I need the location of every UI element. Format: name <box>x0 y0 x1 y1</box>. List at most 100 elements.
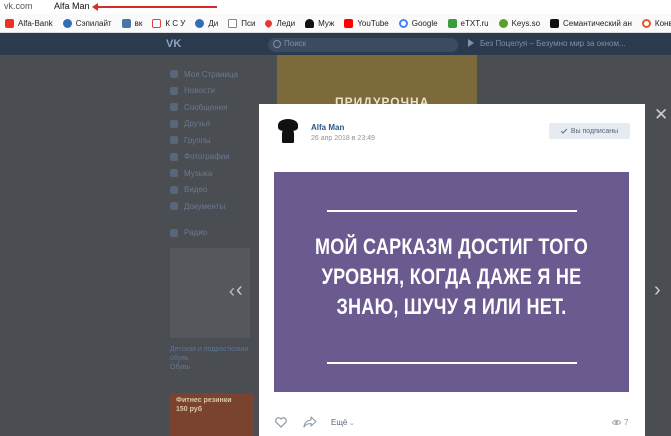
menu-item-friends[interactable]: Друзья <box>170 116 270 133</box>
bookmark-label: Леди <box>276 18 296 28</box>
menu-item-music[interactable]: Музыка <box>170 165 270 182</box>
bookmark-psi[interactable]: Пси <box>228 18 256 28</box>
search-icon <box>273 40 281 48</box>
bookmark-muzh[interactable]: Муж <box>305 18 335 28</box>
bookmark-di[interactable]: Ди <box>195 18 219 28</box>
post-image-text: МОЙ САРКАЗМ ДОСТИГ ТОГО УРОВНЯ, КОГДА ДА… <box>306 232 597 322</box>
post-bottom-divider <box>327 362 577 364</box>
radio-icon <box>170 228 178 237</box>
ad-prev-arrow-icon[interactable]: ‹ <box>229 281 235 302</box>
menu-item-my-page[interactable]: Моя Страница <box>170 66 270 83</box>
google-icon <box>398 18 408 28</box>
menu-label: Новости <box>184 86 215 96</box>
address-bar[interactable]: vk.com Alfa Man <box>0 0 671 14</box>
photos-icon <box>170 152 178 161</box>
video-icon <box>170 185 178 194</box>
red-arrow-annotation <box>92 3 217 11</box>
ad-title[interactable]: Детская и подростковая обувь <box>170 345 260 363</box>
menu-item-messages[interactable]: Сообщения <box>170 99 270 116</box>
menu-item-photos[interactable]: Фотографии <box>170 149 270 166</box>
menu-item-radio[interactable]: Радио <box>170 225 270 242</box>
bookmark-label: eTXT.ru <box>460 18 489 28</box>
news-icon <box>170 86 178 95</box>
bookmark-ksu[interactable]: К С У <box>152 18 186 28</box>
views-counter: 7 <box>612 418 628 427</box>
bookmark-google[interactable]: Google <box>398 18 438 28</box>
heart-like-icon[interactable] <box>275 417 287 428</box>
post-image[interactable]: МОЙ САРКАЗМ ДОСТИГ ТОГО УРОВНЯ, КОГДА ДА… <box>274 172 629 392</box>
alfa-bank-icon <box>5 18 14 28</box>
bookmark-keys[interactable]: Keys.so <box>498 18 541 28</box>
menu-label: Музыка <box>184 168 213 178</box>
bookmark-label: Семантический ан <box>563 18 632 28</box>
bookmark-semantic[interactable]: Семантический ан <box>550 18 632 28</box>
subscribed-button[interactable]: Вы подписаны <box>549 123 630 139</box>
di-icon <box>195 18 205 28</box>
now-playing[interactable]: Без Поцелуя – Безумно мир за окном... <box>480 39 626 48</box>
menu-label: Радио <box>184 228 208 238</box>
bookmark-label: YouTube <box>357 18 389 28</box>
chevron-down-icon[interactable]: ⌄ <box>349 419 355 427</box>
bookmark-etxt[interactable]: eTXT.ru <box>447 18 489 28</box>
check-icon <box>560 126 568 134</box>
menu-item-news[interactable]: Новости <box>170 83 270 100</box>
bookmark-label: Муж <box>318 18 335 28</box>
a-icon <box>550 18 560 28</box>
bookmark-youtube[interactable]: YouTube <box>344 18 389 28</box>
vk-search-placeholder: Поиск <box>284 39 307 48</box>
play-icon[interactable] <box>468 39 474 47</box>
bookmark-label: Ди <box>208 18 219 28</box>
friends-icon <box>170 119 178 128</box>
share-icon[interactable] <box>303 416 317 428</box>
menu-item-video[interactable]: Видео <box>170 182 270 199</box>
subscribed-label: Вы подписаны <box>570 127 619 135</box>
bookmark-label: Alfa-Bank <box>18 18 53 28</box>
bookmark-label: вк <box>134 18 143 28</box>
bookmark-alfa-bank[interactable]: Alfa-Bank <box>5 18 53 28</box>
bookmark-sepilight[interactable]: Сэпилайт <box>62 18 112 28</box>
address-domain: vk.com <box>4 1 33 11</box>
vk-logo-icon[interactable]: VK <box>166 38 186 50</box>
bookmark-converter[interactable]: Конвертер <box>641 18 671 28</box>
file-icon <box>228 18 238 28</box>
menu-label: Моя Страница <box>184 69 239 79</box>
post-text-line-1: МОЙ САРКАЗМ ДОСТИГ ТОГО <box>314 234 589 259</box>
post-author[interactable]: Alfa Man <box>311 123 344 132</box>
bookmark-ledi[interactable]: Леди <box>263 18 296 28</box>
post-date[interactable]: 26 апр 2018 в 23:49 <box>311 135 375 142</box>
eye-icon <box>612 420 621 425</box>
menu-item-documents[interactable]: Документы <box>170 198 270 215</box>
views-count: 7 <box>624 418 629 427</box>
bookmark-label: Пси <box>241 18 256 28</box>
close-icon[interactable]: ✕ <box>654 106 668 123</box>
avatar[interactable] <box>276 119 300 145</box>
sepilight-icon <box>62 18 72 28</box>
bookmark-vk[interactable]: вк <box>121 18 143 28</box>
left-menu: Моя Страница Новости Сообщения Друзья Гр… <box>170 66 270 241</box>
next-post-chevron-icon[interactable]: › <box>654 279 661 302</box>
bookmark-label: К С У <box>165 18 186 28</box>
post-text-line-2: УРОВНЯ, КОГДА ДАЖЕ Я НЕ <box>321 264 582 289</box>
vk-icon <box>121 18 131 28</box>
groups-icon <box>170 136 178 145</box>
menu-item-groups[interactable]: Группы <box>170 132 270 149</box>
keys-icon <box>498 18 508 28</box>
messages-icon <box>170 103 178 112</box>
bookmark-label: Google <box>411 18 438 28</box>
more-button[interactable]: Ещё <box>331 418 347 427</box>
bookmark-label: Конвертер <box>654 18 671 28</box>
etxt-icon <box>447 18 457 28</box>
music-icon <box>170 169 178 178</box>
ad-subtitle: Обувь <box>170 364 191 371</box>
youtube-icon <box>344 18 354 28</box>
menu-label: Друзья <box>184 119 210 129</box>
menu-label: Фотографии <box>184 152 230 162</box>
menu-label: Видео <box>184 185 208 195</box>
heart-icon <box>263 18 274 28</box>
menu-label: Группы <box>184 135 211 145</box>
bookmark-label: Keys.so <box>511 18 541 28</box>
post-top-divider <box>327 210 577 212</box>
converter-icon <box>641 18 651 28</box>
prev-post-chevron-icon[interactable]: ‹ <box>236 279 243 302</box>
ad-promo-text: Фитнес резинки 150 руб <box>176 396 232 414</box>
